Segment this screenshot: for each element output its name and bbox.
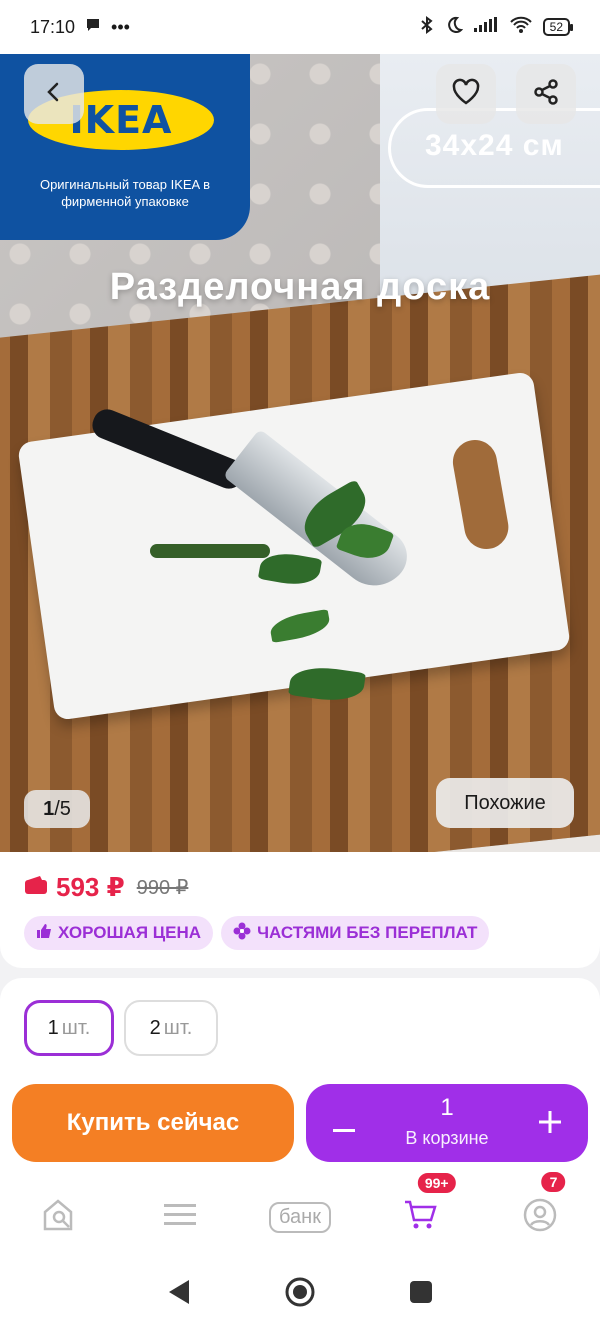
buy-now-button[interactable]: Купить сейчас: [12, 1084, 294, 1162]
wifi-icon: [509, 16, 533, 39]
status-time: 17:10: [30, 16, 76, 37]
chopped-herbs: [150, 544, 270, 558]
recents-square-icon[interactable]: [409, 1280, 433, 1309]
image-counter-total: /5: [54, 797, 71, 820]
image-counter: 1 /5: [24, 790, 90, 828]
bottom-tab-bar: банк 99+ 7: [0, 1169, 600, 1256]
back-button[interactable]: [24, 64, 84, 124]
image-counter-current: 1: [43, 797, 55, 820]
home-search-icon: [42, 1198, 78, 1237]
thumbs-up-icon: [36, 923, 52, 944]
home-circle-icon[interactable]: [285, 1277, 315, 1312]
wallet-icon: [24, 875, 48, 900]
tab-catalog[interactable]: [120, 1202, 240, 1233]
quantity-option-value: 1: [47, 1016, 59, 1039]
current-price: 593 ₽: [56, 872, 125, 902]
image-headline: Разделочная доска: [109, 266, 491, 308]
good-price-badge[interactable]: ХОРОШАЯ ЦЕНА: [24, 916, 214, 950]
quantity-option-1[interactable]: 1 шт.: [24, 1000, 114, 1056]
quantity-option-unit: шт.: [61, 1016, 91, 1039]
product-image[interactable]: IKEA Оригинальный товар IKEA в фирменной…: [0, 54, 600, 852]
installments-badge[interactable]: ЧАСТЯМИ БЕЗ ПЕРЕПЛАТ: [221, 916, 490, 950]
tab-cart[interactable]: 99+: [360, 1170, 480, 1236]
quantity-option-unit: шт.: [163, 1016, 193, 1039]
status-bar: 17:10 ••• 52: [0, 0, 600, 54]
profile-icon: [523, 1198, 557, 1237]
good-price-label: ХОРОШАЯ ЦЕНА: [58, 923, 202, 942]
cart-badge: 99+: [415, 1170, 458, 1195]
chevron-left-icon: [42, 80, 66, 109]
battery-icon: 52: [542, 18, 574, 36]
share-icon: [532, 78, 560, 111]
tab-profile[interactable]: 7: [480, 1169, 600, 1237]
installments-label: ЧАСТЯМИ БЕЗ ПЕРЕПЛАТ: [257, 923, 478, 942]
signal-icon: [473, 16, 499, 38]
old-price: 990 ₽: [136, 877, 189, 899]
system-navigation-bar: [0, 1256, 600, 1332]
tab-home[interactable]: [0, 1198, 120, 1237]
brand-subtitle: Оригинальный товар IKEA в фирменной упак…: [39, 177, 211, 209]
quantity-option-2[interactable]: 2 шт.: [124, 1000, 218, 1056]
increase-quantity-button[interactable]: [530, 1102, 570, 1142]
cart-icon: [403, 1199, 437, 1236]
similar-button[interactable]: Похожие: [436, 778, 574, 828]
back-triangle-icon[interactable]: [167, 1279, 191, 1310]
bank-label: банк: [269, 1201, 331, 1233]
more-notifications-icon: •••: [111, 16, 130, 37]
cart-stepper: 1 В корзине: [306, 1084, 588, 1162]
chat-notification-icon: [85, 17, 101, 38]
board-handle-hole: [449, 436, 512, 553]
share-button[interactable]: [516, 64, 576, 124]
menu-icon: [164, 1202, 196, 1233]
flower-icon: [233, 922, 251, 945]
profile-badge: 7: [539, 1169, 568, 1194]
bluetooth-icon: [419, 15, 435, 39]
purchase-card: 1 шт. 2 шт. Купить сейчас 1 В корзине: [0, 978, 600, 1178]
tab-bank[interactable]: банк: [240, 1201, 360, 1233]
plus-icon: [539, 1103, 561, 1142]
price-card: 593 ₽ 990 ₽ ХОРОШАЯ ЦЕНА ЧАСТЯМИ БЕЗ ПЕР…: [0, 852, 600, 968]
heart-icon: [451, 78, 481, 111]
moon-icon: [445, 16, 463, 39]
favorite-button[interactable]: [436, 64, 496, 124]
quantity-option-value: 2: [149, 1016, 161, 1039]
